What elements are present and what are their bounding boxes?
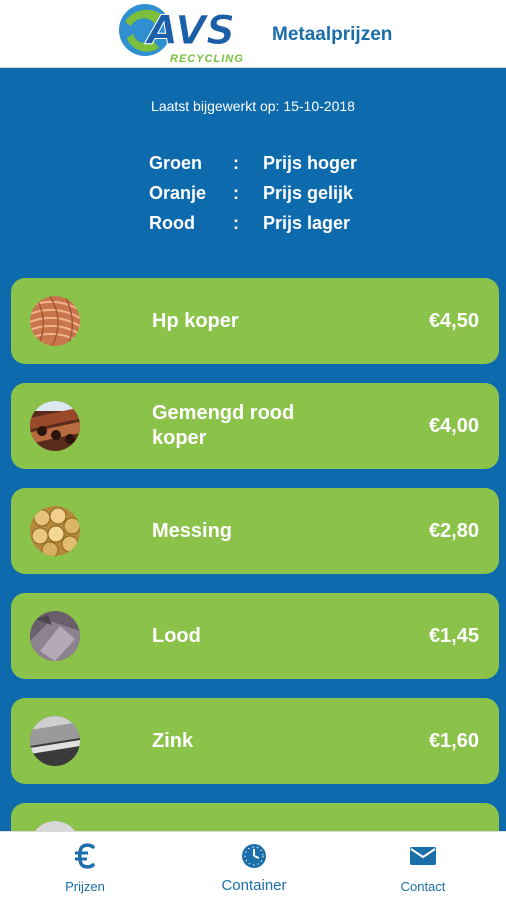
metal-price: €4,00 [428,414,479,437]
legend-row: Rood : Prijs lager [149,208,357,238]
metal-price: €1,45 [428,624,479,647]
lead-thumbnail [30,611,80,661]
brass-rods-thumbnail [30,506,80,556]
bottom-navigation: Prijzen Container Contact [0,831,506,900]
legend-color: Oranje [149,182,207,203]
nav-item-contact[interactable]: Contact [378,832,468,900]
legend-color: Rood [149,212,195,233]
metal-price-card[interactable] [11,803,499,831]
metal-price: €1,60 [428,729,479,752]
nav-item-prijzen[interactable]: Prijzen [40,832,130,900]
metal-name: Messing [152,519,233,542]
logo-subtext: RECYCLING [170,53,244,65]
metal-price: €2,80 [428,519,479,542]
price-legend: Groen : Prijs hoger Oranje : Prijs gelij… [149,148,357,238]
app-header: AVS RECYCLING Metaalprijzen [0,0,506,68]
metal-price-card[interactable]: Messing €2,80 [11,488,499,574]
legend-meaning: Prijs lager [263,212,351,233]
legend-separator: : [233,212,239,233]
nav-label: Prijzen [65,879,105,894]
copper-pipes-thumbnail [30,401,80,451]
nav-label: Container [221,877,287,894]
legend-color: Groen [149,152,203,173]
page-title: Metaalprijzen [272,24,393,45]
metal-name: Gemengd rood koper [152,402,295,449]
svg-text:AVS: AVS [144,8,235,54]
metal-thumbnail [30,821,80,831]
metal-price: €4,50 [428,309,479,332]
nav-item-container[interactable]: Container [204,832,304,900]
metal-price-card[interactable]: Zink €1,60 [11,698,499,784]
legend-row: Groen : Prijs hoger [149,148,357,178]
zinc-thumbnail [30,716,80,766]
metal-price-card[interactable]: Lood €1,45 [11,593,499,679]
last-updated-text: Laatst bijgewerkt op: 15-10-2018 [151,98,355,114]
mail-icon [409,842,437,870]
metal-price-card[interactable]: Hp koper €4,50 [11,278,499,364]
metal-name: Hp koper [152,309,239,332]
metal-name: Zink [152,729,194,752]
legend-meaning: Prijs gelijk [263,182,354,203]
legend-meaning: Prijs hoger [263,152,358,173]
legend-separator: : [233,152,239,173]
legend-row: Oranje : Prijs gelijk [149,178,357,208]
price-list-screen[interactable]: Laatst bijgewerkt op: 15-10-2018 Groen :… [0,68,506,831]
nav-label: Contact [400,879,446,894]
legend-separator: : [233,182,239,203]
copper-wire-thumbnail [30,296,80,346]
metal-name: Lood [152,624,201,647]
metal-name [152,803,352,831]
euro-icon [74,842,96,870]
clock-icon [241,842,267,870]
metal-price-card[interactable]: Gemengd rood koper €4,00 [11,383,499,469]
avs-recycling-logo: AVS RECYCLING [113,2,255,66]
